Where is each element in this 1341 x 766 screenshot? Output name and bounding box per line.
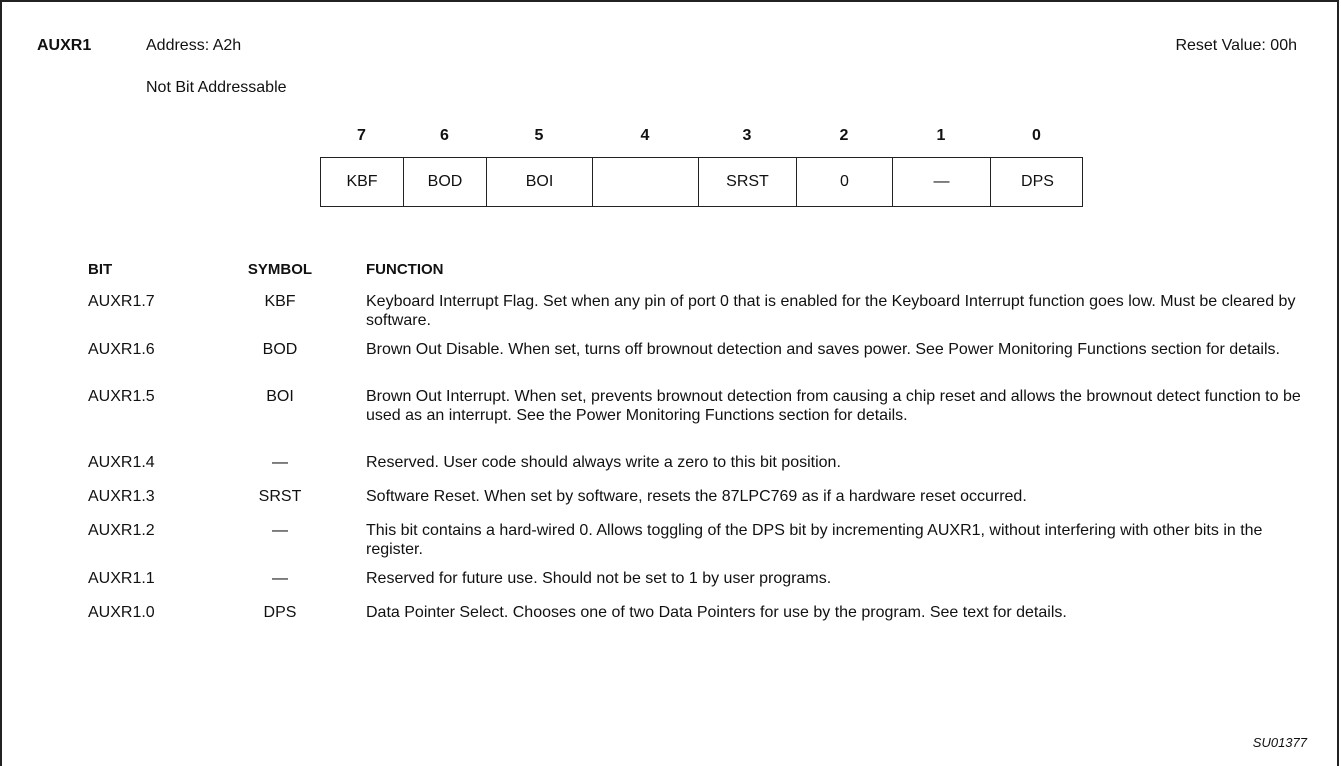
row-bit: AUXR1.7 <box>88 293 155 310</box>
row-bit: AUXR1.6 <box>88 341 155 358</box>
row-bit: AUXR1.2 <box>88 522 155 539</box>
bit-cell-5: BOI <box>487 158 593 206</box>
row-function: Reserved. User code should always write … <box>366 454 841 471</box>
bit-cell-6: BOD <box>404 158 487 206</box>
figure-frame <box>0 0 1339 766</box>
row-bit: AUXR1.0 <box>88 604 155 621</box>
bit-number-7: 7 <box>357 127 366 144</box>
bit-number-2: 2 <box>839 127 849 144</box>
bit-number-row: 7 6 5 4 3 2 1 0 <box>320 127 1083 149</box>
bit-cell-1: — <box>893 158 991 206</box>
bit-cell-3: SRST <box>699 158 797 206</box>
row-bit: AUXR1.3 <box>88 488 155 505</box>
row-function: Keyboard Interrupt Flag. Set when any pi… <box>366 293 1296 329</box>
bit-number-1: 1 <box>936 127 946 144</box>
bit-number-4: 4 <box>640 127 650 144</box>
row-symbol: BOD <box>262 341 298 358</box>
row-function: This bit contains a hard-wired 0. Allows… <box>366 522 1263 558</box>
row-symbol: — <box>272 570 288 587</box>
register-name: AUXR1 <box>37 37 92 54</box>
register-address: Address: A2h <box>146 37 242 54</box>
row-function: Data Pointer Select. Chooses one of two … <box>366 604 1067 621</box>
row-symbol: KBF <box>264 293 296 310</box>
row-symbol: — <box>272 522 288 539</box>
row-symbol: SRST <box>258 488 302 505</box>
row-function: Software Reset. When set by software, re… <box>366 488 1027 505</box>
bit-cell-4 <box>593 158 699 206</box>
row-symbol: BOI <box>266 388 294 405</box>
register-reset-value: Reset Value: 00h <box>1175 37 1297 54</box>
figure-id: SU01377 <box>1252 735 1307 750</box>
bit-cell-0: DPS <box>1021 173 1054 190</box>
row-bit: AUXR1.5 <box>88 388 155 405</box>
register-addressable-note: Not Bit Addressable <box>146 79 287 96</box>
bit-number-0: 0 <box>1032 127 1041 144</box>
row-symbol: — <box>272 454 288 471</box>
row-bit: AUXR1.4 <box>88 454 155 471</box>
row-function: Brown Out Disable. When set, turns off b… <box>366 341 1280 358</box>
column-header-symbol: SYMBOL <box>247 261 313 278</box>
bit-number-5: 5 <box>534 127 544 144</box>
row-bit: AUXR1.1 <box>88 570 155 587</box>
row-function: Brown Out Interrupt. When set, prevents … <box>366 388 1301 424</box>
bit-number-3: 3 <box>742 127 752 144</box>
column-header-function: FUNCTION <box>366 261 444 278</box>
bit-cell-2: 0 <box>797 158 893 206</box>
row-symbol: DPS <box>263 604 297 621</box>
column-header-bit: BIT <box>88 261 113 278</box>
bit-field-box: KBF BOD BOI SRST 0— DPS <box>320 157 1083 207</box>
row-function: Reserved for future use. Should not be s… <box>366 570 832 587</box>
bit-cell-7: KBF <box>321 158 404 206</box>
bit-number-6: 6 <box>440 127 449 144</box>
